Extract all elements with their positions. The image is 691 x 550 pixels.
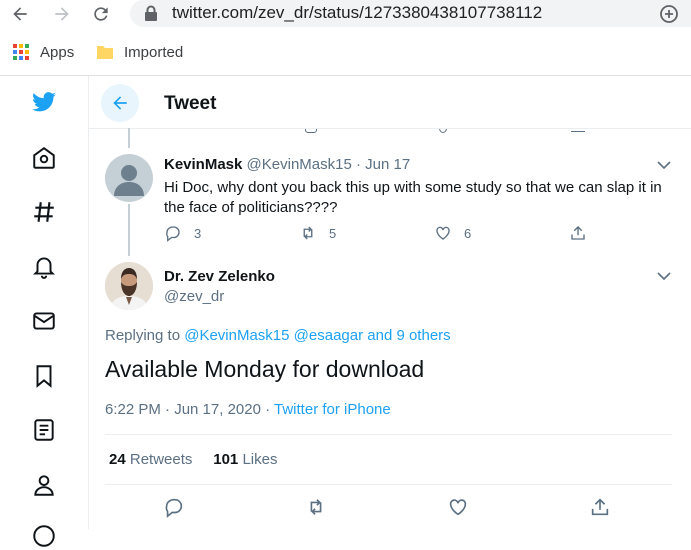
profile-icon[interactable] [30,471,58,499]
tweet-source-link[interactable]: Twitter for iPhone [274,401,391,418]
bookmark-apps[interactable]: Apps [12,43,74,61]
likes-count: 101 [213,451,239,468]
heart-icon [436,226,450,240]
reply-author-name[interactable]: KevinMask [164,156,242,173]
bookmark-label: Apps [40,43,75,61]
back-arrow-icon [113,96,127,110]
thread-line [128,128,130,148]
reply-date[interactable]: Jun 17 [365,156,410,173]
like-button[interactable]: 6 [434,224,471,242]
heart-icon [449,499,467,516]
divider [105,484,672,485]
bookmarks-icon[interactable] [30,362,58,390]
home-icon[interactable] [30,144,58,172]
like-count: 6 [464,225,472,241]
back-arrow-icon[interactable] [8,2,32,26]
main-column: Tweet KevinMask @KevinMask15 · Jun 17 Hi… [88,76,691,529]
retweet-icon [305,129,317,133]
like-icon [439,129,447,133]
author-name[interactable]: Dr. Zev Zelenko [164,268,275,285]
page-header: Tweet [89,76,691,129]
chevron-down-icon[interactable] [655,267,673,285]
tweet-timestamp-line: 6:22 PM · Jun 17, 2020 · Twitter for iPh… [105,401,391,418]
replying-to-users-link[interactable]: @KevinMask15 @esaagar and 9 others [184,327,450,344]
share-icon [591,498,609,516]
reload-icon[interactable] [89,2,113,26]
retweet-icon [303,226,313,240]
retweet-count: 5 [329,225,337,241]
share-icon [571,226,585,240]
lists-icon[interactable] [30,416,58,444]
more-circle-icon[interactable] [30,522,58,550]
chevron-down-icon[interactable] [655,156,673,174]
reply-text: Hi Doc, why dont you back this up with s… [164,179,662,216]
tweet-text: Available Monday for download [105,356,425,382]
share-icon [571,129,585,132]
reply-count: 3 [194,225,202,241]
retweet-icon [310,499,322,515]
apps-grid-icon [13,44,29,60]
messages-envelope-icon[interactable] [30,307,58,335]
reply-bubble-icon [166,226,180,242]
tweet-stats: 24 Retweets 101 Likes [109,451,277,468]
folder-icon [97,46,113,59]
replying-prefix: Replying to [105,327,181,344]
lock-icon [145,5,157,21]
primary-nav [0,76,88,547]
page-title: Tweet [164,93,217,114]
retweets-count: 24 [109,451,126,468]
twitter-logo-icon[interactable] [30,88,58,116]
reply-button[interactable]: 3 [164,224,201,242]
author-photo [105,262,153,310]
previous-tweet-actions [89,129,691,134]
likes-stat[interactable]: 101 Likes [213,451,277,468]
back-button[interactable] [101,84,139,122]
url-text: twitter.com/zev_dr/status/12733804381077… [172,3,543,22]
reply-author-handle[interactable]: @KevinMask15 [247,156,352,173]
reply-button[interactable] [163,496,187,520]
divider [105,434,672,435]
replying-to: Replying to @KevinMask15 @esaagar and 9 … [105,327,451,344]
author-avatar[interactable] [105,262,153,310]
author-handle[interactable]: @zev_dr [164,288,224,305]
address-bar[interactable]: twitter.com/zev_dr/status/12733804381077… [130,0,691,27]
tweet-timestamp[interactable]: 6:22 PM · Jun 17, 2020 · [105,401,270,418]
notifications-bell-icon[interactable] [30,252,58,280]
retweet-button[interactable]: 5 [299,224,336,242]
separator-dot: · [356,156,361,173]
share-button[interactable] [569,224,599,242]
forward-arrow-icon[interactable] [50,2,74,26]
browser-toolbar: twitter.com/zev_dr/status/12733804381077… [0,0,691,29]
likes-label: Likes [242,451,278,468]
default-avatar-icon [114,165,144,196]
thread-line [128,204,130,256]
retweets-label: Retweets [129,451,193,468]
avatar[interactable] [105,154,153,202]
retweets-stat[interactable]: 24 Retweets [109,451,192,468]
reply-header: KevinMask @KevinMask15 · Jun 17 [164,156,410,173]
retweet-button[interactable] [305,496,329,520]
share-button[interactable] [589,496,613,520]
bookmark-imported[interactable]: Imported [96,43,183,61]
add-circle-icon[interactable] [659,4,679,24]
reply-bubble-icon [165,498,183,518]
bookmark-label: Imported [124,43,184,61]
bookmarks-bar: Apps Imported [0,29,691,76]
explore-hashtag-icon[interactable] [30,198,58,226]
like-button[interactable] [447,496,471,520]
